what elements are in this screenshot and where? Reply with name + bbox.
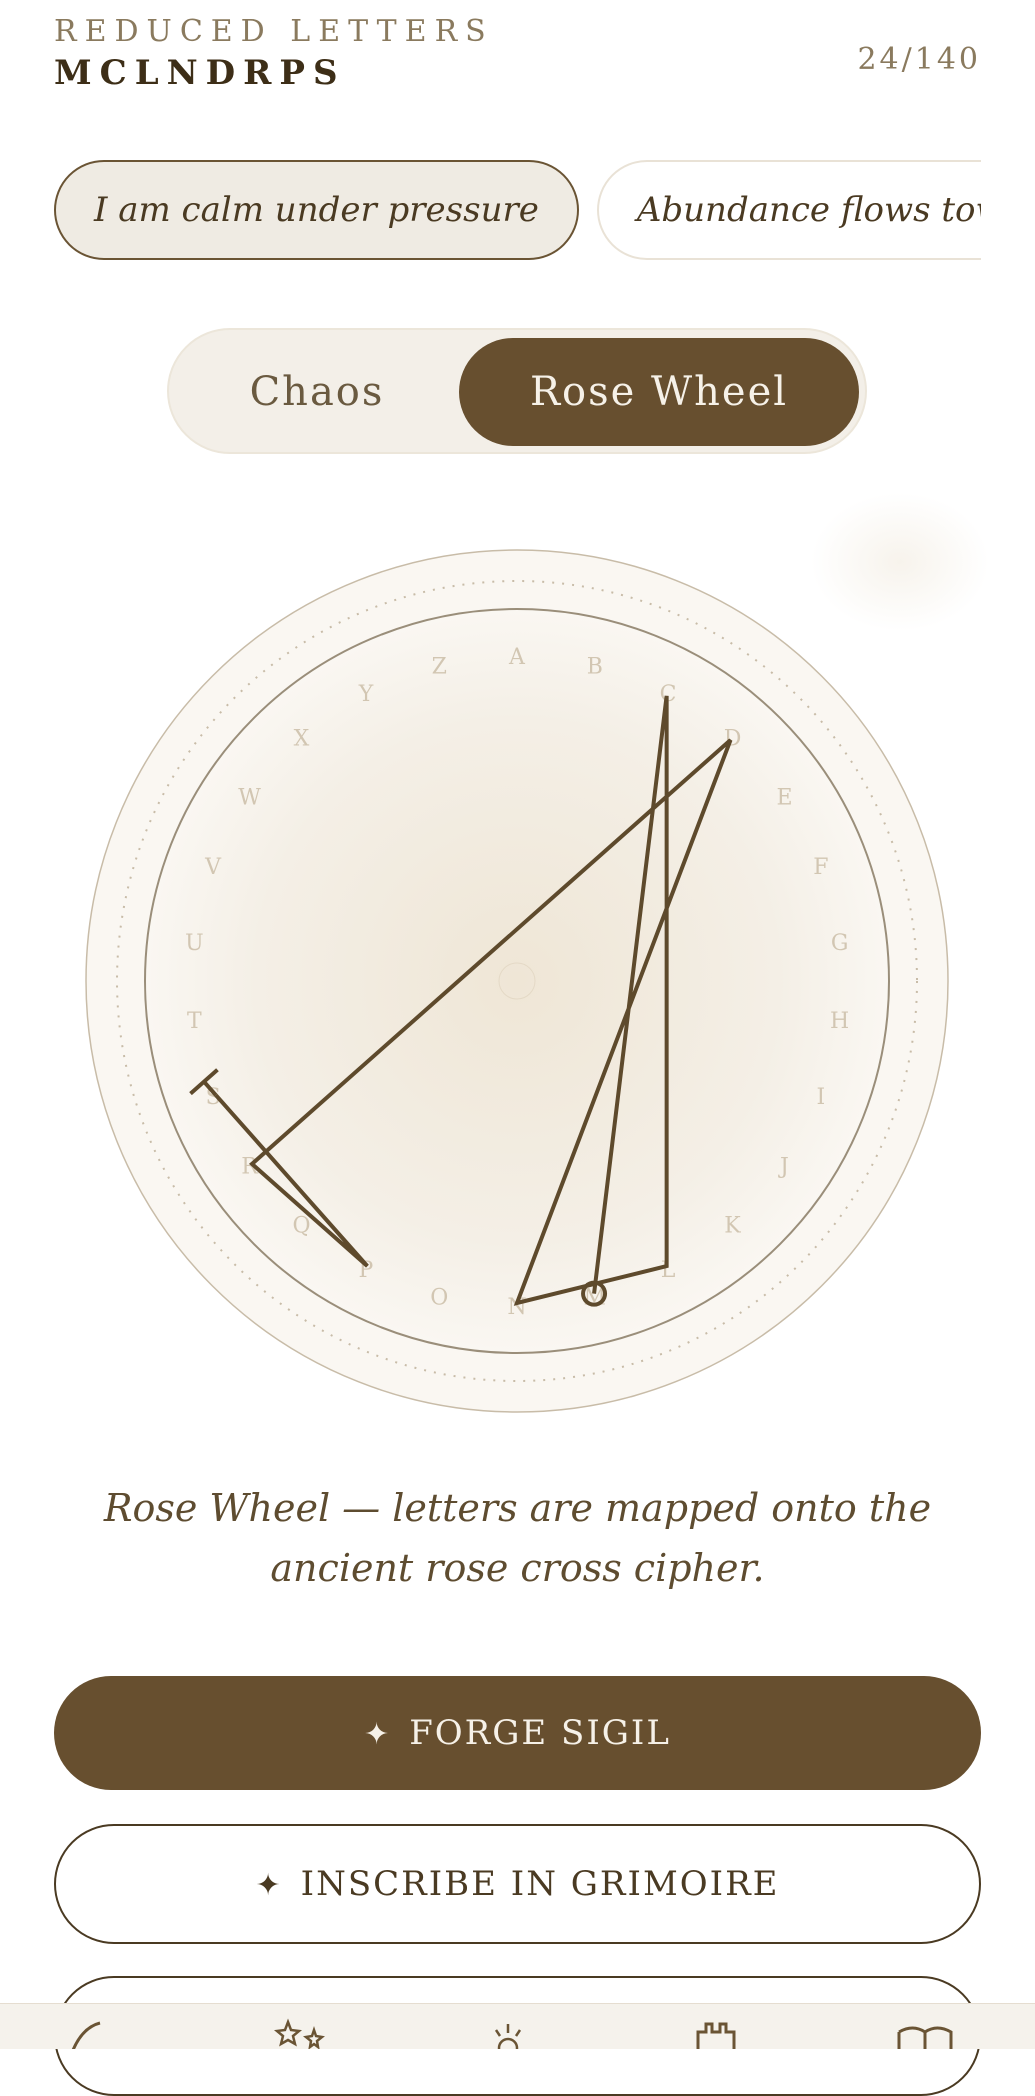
wheel-letter-o: O	[430, 1286, 448, 1311]
wheel-letter-f: F	[813, 855, 828, 880]
wheel-letter-q: Q	[292, 1213, 310, 1238]
inscribe-grimoire-button[interactable]: ✦ INSCRIBE IN GRIMOIRE	[54, 1824, 981, 1944]
forge-sigil-label: FORGE SIGIL	[409, 1713, 671, 1753]
intention-chip-2[interactable]: Abundance flows toward me	[596, 160, 981, 260]
wheel-letter-k: K	[724, 1213, 741, 1238]
bottom-tab-bar	[0, 2003, 1035, 2049]
wheel-letter-i: I	[817, 1085, 826, 1110]
wheel-letter-e: E	[776, 785, 792, 810]
sun-icon[interactable]	[478, 2018, 538, 2049]
sparkle-icon: ✦	[255, 1868, 283, 1903]
inscribe-grimoire-label: INSCRIBE IN GRIMOIRE	[300, 1864, 780, 1904]
wheel-letter-b: B	[587, 654, 603, 679]
wheel-letter-z: Z	[432, 654, 447, 679]
chaos-mode-button[interactable]: Chaos	[177, 338, 457, 446]
mode-toggle: Chaos Rose Wheel	[167, 328, 867, 454]
intention-chip-1[interactable]: I am calm under pressure	[54, 160, 579, 260]
wheel-letter-y: Y	[358, 682, 374, 707]
rose-wheel: A BCDEFGHIJKLMNOPQRSTUVWXYZ	[85, 549, 949, 1413]
mode-description: Rose Wheel — letters are mapped onto the…	[103, 1486, 932, 1590]
reduced-letters-title: REDUCED LETTERS	[54, 14, 494, 49]
character-count: 24/140	[857, 42, 981, 77]
wheel-letter-a: A	[508, 645, 526, 670]
wheel-letter-u: U	[185, 931, 204, 956]
header: REDUCED LETTERS MCLNDRPS 24/140	[54, 14, 981, 104]
wheel-letter-x: X	[294, 727, 310, 752]
reduced-letters-value: MCLNDRPS	[54, 53, 346, 93]
wheel-letter-w: W	[238, 785, 261, 810]
sparkle-icon: ✦	[364, 1717, 392, 1752]
intention-chips: I am calm under pressure Abundance flows …	[54, 160, 981, 264]
book-icon[interactable]	[895, 2018, 955, 2049]
wheel-inner-ring	[144, 608, 890, 1354]
wheel-letter-v: V	[204, 855, 222, 880]
wheel-letter-h: H	[830, 1009, 849, 1034]
stars-icon[interactable]	[270, 2018, 330, 2049]
wheel-letter-t: T	[187, 1009, 202, 1034]
wheel-letter-g: G	[831, 931, 849, 956]
rose-wheel-mode-button[interactable]: Rose Wheel	[459, 338, 859, 446]
wheel-letter-j: J	[778, 1155, 789, 1180]
feather-icon[interactable]	[60, 2018, 120, 2049]
forge-sigil-button[interactable]: ✦ FORGE SIGIL	[54, 1676, 981, 1790]
tower-icon[interactable]	[686, 2018, 746, 2049]
